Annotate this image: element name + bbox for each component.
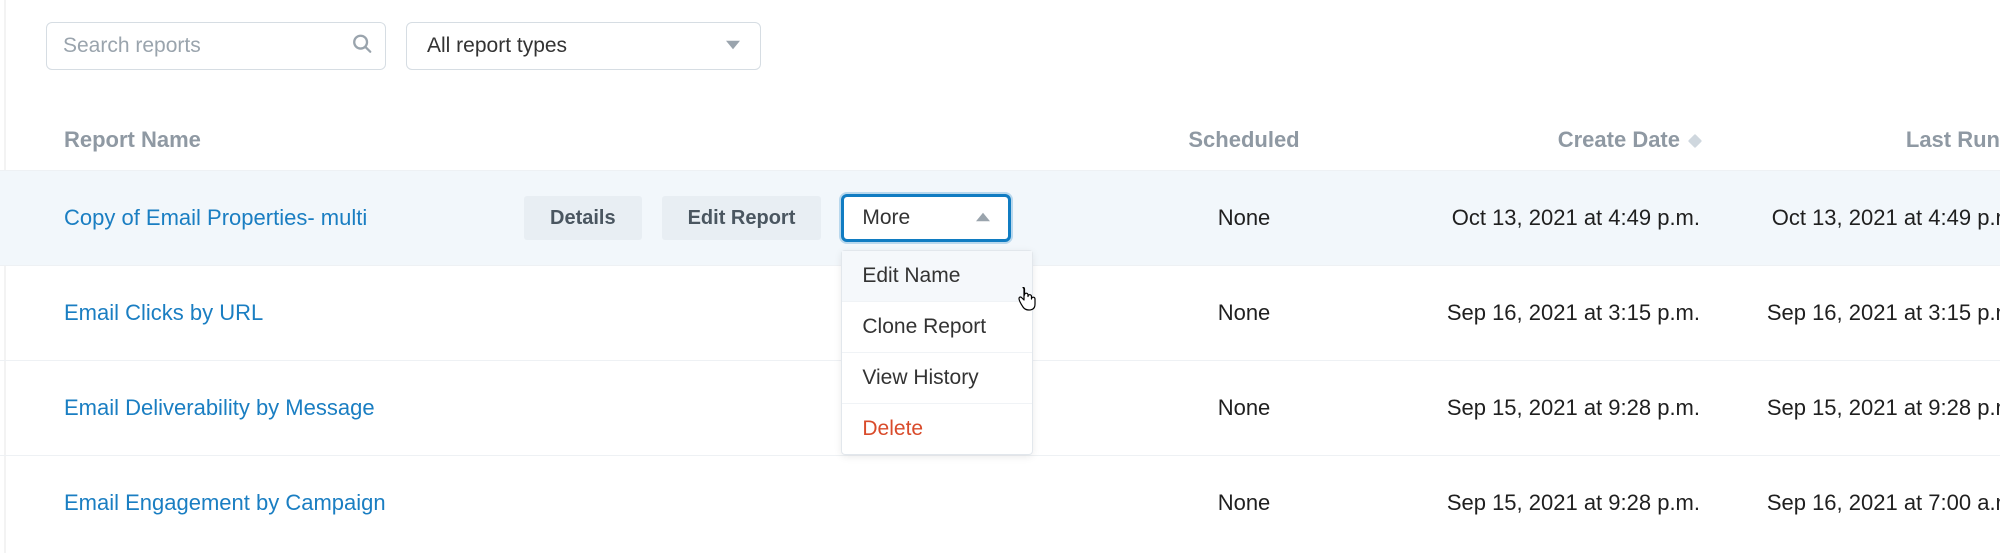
menu-clone-report[interactable]: Clone Report: [842, 302, 1032, 353]
more-button[interactable]: More: [841, 194, 1011, 242]
scheduled-value: None: [1124, 300, 1364, 326]
table-header: Report Name Scheduled Create Date Last R…: [0, 110, 2000, 170]
filter-bar: All report types: [0, 22, 2000, 70]
menu-view-history[interactable]: View History: [842, 353, 1032, 404]
col-create-date-label: Create Date: [1558, 127, 1680, 152]
col-scheduled: Scheduled: [1124, 127, 1364, 153]
report-name-link[interactable]: Copy of Email Properties- multi: [64, 205, 504, 231]
search-icon: [351, 33, 373, 60]
name-cell: Copy of Email Properties- multi Details …: [64, 194, 1124, 242]
edit-report-button[interactable]: Edit Report: [662, 196, 822, 240]
more-dropdown: Edit Name Clone Report View History Dele…: [841, 250, 1033, 455]
create-date-value: Sep 16, 2021 at 3:15 p.m.: [1364, 300, 1724, 326]
menu-delete[interactable]: Delete: [842, 404, 1032, 454]
create-date-value: Sep 15, 2021 at 9:28 p.m.: [1364, 490, 1724, 516]
scheduled-value: None: [1124, 395, 1364, 421]
report-name-link[interactable]: Email Engagement by Campaign: [64, 490, 504, 516]
col-last-run-label: Last Run: [1906, 127, 2000, 152]
scheduled-value: None: [1124, 490, 1364, 516]
menu-edit-name-label: Edit Name: [862, 264, 960, 287]
scheduled-value: None: [1124, 205, 1364, 231]
search-input[interactable]: [63, 34, 337, 58]
report-name-link[interactable]: Email Clicks by URL: [64, 300, 504, 326]
report-name-link[interactable]: Email Deliverability by Message: [64, 395, 504, 421]
last-run-value: Sep 16, 2021 at 7:00 a.m.: [1724, 490, 2000, 516]
search-reports-wrap[interactable]: [46, 22, 386, 70]
last-run-value: Oct 13, 2021 at 4:49 p.m.: [1724, 205, 2000, 231]
last-run-value: Sep 15, 2021 at 9:28 p.m.: [1724, 395, 2000, 421]
report-type-selected: All report types: [427, 34, 567, 58]
report-type-select[interactable]: All report types: [406, 22, 761, 70]
details-button[interactable]: Details: [524, 196, 642, 240]
reports-table: Report Name Scheduled Create Date Last R…: [0, 110, 2000, 550]
more-button-label: More: [862, 206, 910, 230]
create-date-value: Sep 15, 2021 at 9:28 p.m.: [1364, 395, 1724, 421]
caret-down-icon: [726, 34, 740, 58]
create-date-value: Oct 13, 2021 at 4:49 p.m.: [1364, 205, 1724, 231]
name-cell: Email Engagement by Campaign: [64, 490, 1124, 516]
caret-up-icon: [976, 206, 990, 230]
more-button-wrap: More Edit Name Clone Report: [841, 194, 1011, 242]
col-create-date[interactable]: Create Date: [1364, 127, 1724, 153]
menu-edit-name[interactable]: Edit Name: [842, 251, 1032, 302]
table-row: Email Engagement by Campaign None Sep 15…: [0, 455, 2000, 550]
table-row: Copy of Email Properties- multi Details …: [0, 170, 2000, 265]
col-report-name: Report Name: [64, 127, 1124, 153]
col-last-run[interactable]: Last Run: [1724, 127, 2000, 153]
last-run-value: Sep 16, 2021 at 3:15 p.m.: [1724, 300, 2000, 326]
sort-icon: [1688, 134, 1702, 148]
